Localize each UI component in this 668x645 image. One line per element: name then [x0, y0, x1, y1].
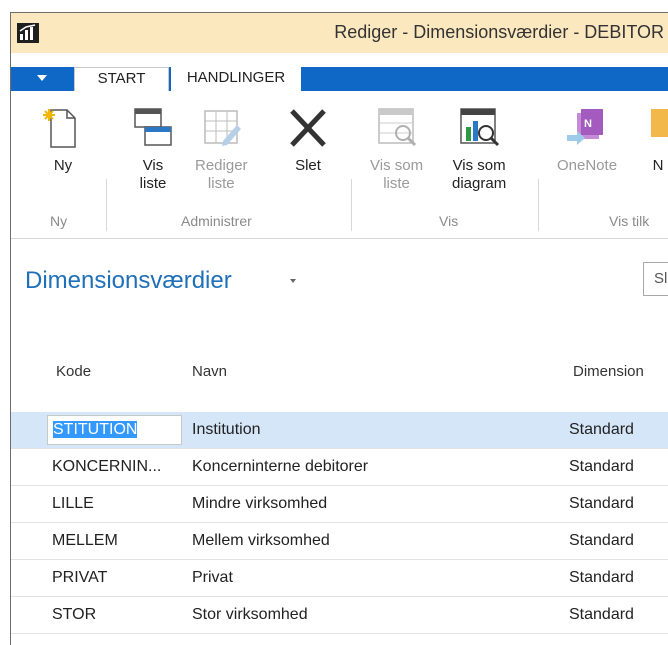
page-title-dropdown-icon[interactable] — [290, 279, 296, 283]
window-title: Rediger - Dimensionsværdier - DEBITOR — [334, 22, 664, 42]
type-cell: Standard — [569, 421, 634, 438]
show-as-list-button[interactable]: Vis som liste — [370, 107, 423, 193]
type-cell: Standard — [569, 569, 634, 586]
code-cell: KONCERNIN... — [52, 458, 162, 475]
application-menu-button[interactable] — [11, 67, 71, 91]
table-row[interactable]: KONCERNIN... Koncerninterne debitorer St… — [11, 449, 668, 486]
edit-list-button[interactable]: Rediger liste — [195, 107, 248, 193]
title-bar: Rediger - Dimensionsværdier - DEBITOR — [11, 13, 668, 53]
table-row[interactable]: PRIVAT Privat Standard — [11, 560, 668, 597]
code-cell-input[interactable]: STITUTION — [47, 415, 182, 445]
name-cell: Mellem virksomhed — [192, 532, 330, 549]
notes-icon — [651, 109, 668, 137]
show-as-list-icon — [377, 108, 416, 147]
delete-button[interactable]: Slet — [284, 107, 332, 175]
column-header-kode[interactable]: Kode — [56, 363, 91, 380]
show-as-chart-button[interactable]: Vis som diagram — [452, 107, 506, 193]
page-title: Dimensionsværdier — [25, 267, 232, 294]
code-cell: MELLEM — [52, 532, 118, 549]
column-header-dimension[interactable]: Dimension — [573, 363, 644, 380]
app-window: Rediger - Dimensionsværdier - DEBITOR ST… — [10, 12, 668, 645]
name-cell: Privat — [192, 569, 233, 586]
new-button[interactable]: Ny — [39, 107, 87, 175]
onenote-button[interactable]: N OneNote — [557, 107, 617, 175]
code-cell: PRIVAT — [52, 569, 108, 586]
svg-text:N: N — [584, 118, 592, 130]
dropdown-arrow-icon — [37, 75, 47, 81]
notes-button[interactable]: N — [643, 107, 668, 175]
name-cell: Mindre virksomhed — [192, 495, 328, 512]
edit-list-icon — [204, 110, 242, 146]
group-separator — [351, 179, 352, 231]
type-cell: Standard — [569, 495, 634, 512]
group-label-vis-tilk: Vis tilk — [609, 213, 650, 229]
column-header-navn[interactable]: Navn — [192, 363, 227, 380]
type-cell: Standard — [569, 532, 634, 549]
onenote-icon: N — [567, 109, 604, 145]
code-cell: STOR — [52, 606, 97, 623]
table-row[interactable]: STOR Stor virksomhed Standard — [11, 597, 668, 634]
table-row[interactable]: MELLEM Mellem virksomhed Standard — [11, 523, 668, 560]
tab-start[interactable]: START — [74, 67, 169, 92]
tab-handlinger[interactable]: HANDLINGER — [171, 67, 301, 92]
group-separator — [106, 179, 107, 231]
type-cell: Standard — [569, 458, 634, 475]
group-label-ny: Ny — [50, 213, 68, 229]
code-cell: LILLE — [52, 495, 94, 512]
group-label-vis: Vis — [439, 213, 459, 229]
view-list-icon — [134, 108, 172, 146]
table-row[interactable]: LILLE Mindre virksomhed Standard — [11, 486, 668, 523]
ribbon-tab-bar: START HANDLINGER — [11, 53, 668, 92]
name-cell: Institution — [192, 421, 261, 438]
search-box[interactable]: Sl — [643, 262, 668, 296]
name-cell: Koncerninterne debitorer — [192, 458, 369, 475]
group-separator — [538, 179, 539, 231]
new-document-icon — [43, 109, 76, 148]
name-cell: Stor virksomhed — [192, 606, 308, 623]
table-row[interactable]: STITUTION Institution Standard — [11, 412, 668, 449]
group-label-administrer: Administrer — [181, 213, 252, 229]
view-list-button[interactable]: Vis liste — [129, 107, 177, 193]
delete-x-icon — [290, 109, 326, 147]
type-cell: Standard — [569, 606, 634, 623]
show-as-chart-icon — [460, 108, 500, 147]
ribbon: Ny Ny Vis liste Rediger liste Slet Admin… — [11, 91, 668, 239]
